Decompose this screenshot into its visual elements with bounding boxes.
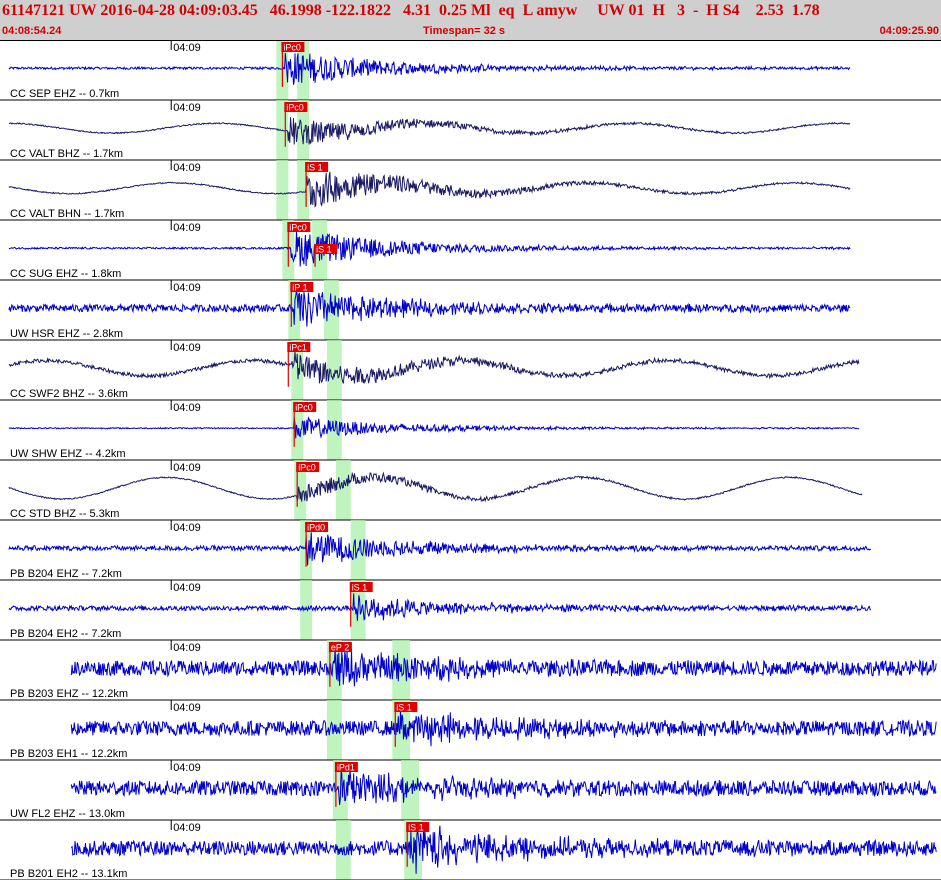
- timespan-label: Timespan= 32 s: [423, 25, 506, 37]
- waveform-trace: [8, 229, 851, 267]
- waveform-trace: [70, 768, 937, 806]
- minute-tick-label: 04:09: [173, 42, 201, 54]
- pick-label: iPc0: [298, 463, 316, 473]
- waveform-trace: [70, 648, 937, 687]
- minute-tick-label: 04:09: [173, 462, 201, 474]
- channel-label: PB B203 EH1 -- 12.2km: [10, 748, 127, 760]
- pick-label: eP 2: [331, 643, 349, 653]
- phase-window: [335, 460, 351, 520]
- waveform-trace: [8, 416, 860, 439]
- channel-panel: iPc0 04:09 UW SHW EHZ -- 4.2km: [0, 400, 941, 461]
- minute-tick-label: 04:09: [173, 402, 201, 414]
- pick-label: iPc0: [289, 223, 307, 233]
- pick-label: iS 1: [316, 245, 332, 255]
- channel-panel: iPc0 04:09 CC SEP EHZ -- 0.7km: [0, 40, 941, 101]
- pick-label: iPd1: [337, 763, 355, 773]
- event-summary: 61147121 UW 2016-04-28 04:09:03.45 46.19…: [2, 2, 820, 19]
- pick-label: iS 1: [396, 703, 412, 713]
- channel-label: CC SEP EHZ -- 0.7km: [10, 88, 119, 100]
- channel-label: UW FL2 EHZ -- 13.0km: [10, 808, 125, 820]
- phase-window: [276, 160, 289, 220]
- pick-label: iS 1: [352, 583, 368, 593]
- event-header: 61147121 UW 2016-04-28 04:09:03.45 46.19…: [0, 0, 941, 40]
- seismogram-plot: iPc0 04:09 CC SEP EHZ -- 0.7km iPc0 04:09 CC …: [0, 40, 941, 880]
- minute-tick-label: 04:09: [173, 642, 201, 654]
- pick-label: iS 1: [408, 823, 424, 833]
- waveform-trace: [8, 593, 872, 621]
- pick-label: iPc1: [289, 343, 307, 353]
- end-time: 04:09:25.90: [879, 25, 939, 37]
- waveform-trace: [8, 52, 851, 85]
- waveform-trace: [70, 709, 937, 747]
- minute-tick-label: 04:09: [173, 702, 201, 714]
- channel-label: CC VALT BHZ -- 1.7km: [10, 148, 123, 160]
- channel-label: PB B201 EH2 -- 13.1km: [10, 868, 127, 880]
- start-time: 04:08:54.24: [2, 25, 62, 37]
- minute-tick-label: 04:09: [173, 522, 201, 534]
- channel-panel: iPc0 04:09 CC VALT BHZ -- 1.7km: [0, 100, 941, 161]
- minute-tick-label: 04:09: [173, 342, 201, 354]
- channel-label: PB B204 EHZ -- 7.2km: [10, 568, 122, 580]
- waveform-trace: [8, 289, 851, 327]
- waveform-trace: [70, 824, 937, 874]
- pick-label: iS 1: [307, 163, 323, 173]
- channel-panel: iPc0 iS 1 04:09 CC SUG EHZ -- 1.8km: [0, 220, 941, 281]
- channel-label: UW HSR EHZ -- 2.8km: [10, 328, 123, 340]
- waveform-trace: [8, 351, 860, 385]
- channel-panel: eP 2 04:09 PB B203 EHZ -- 12.2km: [0, 640, 941, 701]
- channel-label: PB B203 EHZ -- 12.2km: [10, 688, 128, 700]
- pick-label: iPc0: [295, 403, 313, 413]
- channel-panel: iS 1 04:09 PB B201 EH2 -- 13.1km: [0, 820, 941, 880]
- channel-label: CC SUG EHZ -- 1.8km: [10, 268, 121, 280]
- channel-panel: iS 1 04:09 PB B203 EH1 -- 12.2km: [0, 700, 941, 761]
- pick-label: iPd0: [307, 523, 325, 533]
- pick-label: iPc0: [283, 43, 301, 53]
- waveform-trace: [8, 471, 863, 503]
- channel-panel: iPc0 04:09 CC STD BHZ -- 5.3km: [0, 460, 941, 521]
- channel-label: PB B204 EH2 -- 7.2km: [10, 628, 121, 640]
- pick-label: iPc0: [286, 103, 304, 113]
- minute-tick-label: 04:09: [173, 762, 201, 774]
- channel-label: CC VALT BHN -- 1.7km: [10, 208, 124, 220]
- waveform-trace: [8, 532, 872, 566]
- channel-label: CC SWF2 BHZ -- 3.6km: [10, 388, 128, 400]
- pick-label: iP 1: [292, 283, 307, 293]
- channel-label: CC STD BHZ -- 5.3km: [10, 508, 119, 520]
- channel-panel: iPc1 04:09 CC SWF2 BHZ -- 3.6km: [0, 340, 941, 401]
- phase-window: [401, 760, 419, 820]
- minute-tick-label: 04:09: [173, 582, 201, 594]
- channel-label: UW SHW EHZ -- 4.2km: [10, 448, 126, 460]
- channel-panel: iPd0 04:09 PB B204 EHZ -- 7.2km: [0, 520, 941, 581]
- minute-tick-label: 04:09: [173, 222, 201, 234]
- waveform-trace: [8, 117, 851, 145]
- phase-window: [300, 580, 313, 640]
- waveform-trace: [8, 171, 851, 208]
- channel-panel: iS 1 04:09 CC VALT BHN -- 1.7km: [0, 160, 941, 221]
- minute-tick-label: 04:09: [173, 282, 201, 294]
- channel-panel: iS 1 04:09 PB B204 EH2 -- 7.2km: [0, 580, 941, 641]
- channel-panel: iPd1 04:09 UW FL2 EHZ -- 13.0km: [0, 760, 941, 821]
- minute-tick-label: 04:09: [173, 822, 201, 834]
- minute-tick-label: 04:09: [173, 102, 201, 114]
- channel-panel: iP 1 04:09 UW HSR EHZ -- 2.8km: [0, 280, 941, 341]
- minute-tick-label: 04:09: [173, 162, 201, 174]
